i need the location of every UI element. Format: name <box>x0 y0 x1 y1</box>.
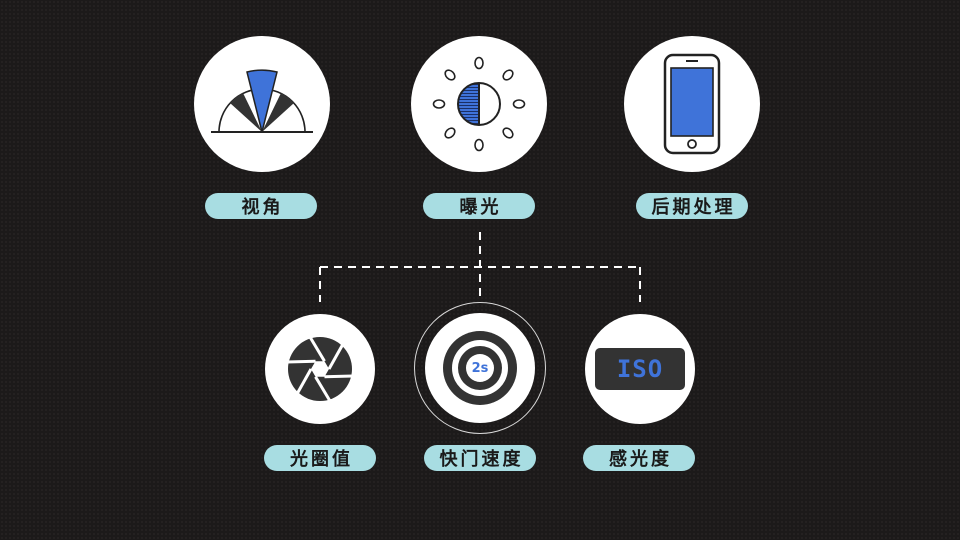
label-aperture: 光圈值 <box>264 445 376 471</box>
label-exposure: 曝光 <box>423 193 535 219</box>
post-processing-node <box>624 36 760 172</box>
smartphone-icon <box>662 52 722 156</box>
exposure-node <box>411 36 547 172</box>
viewing-angle-node <box>194 36 330 172</box>
label-viewing-angle: 视角 <box>205 193 317 219</box>
iso-badge-text: ISO <box>616 355 664 383</box>
aperture-node <box>265 314 375 424</box>
viewing-angle-icon <box>207 64 317 144</box>
iso-icon: ISO <box>595 348 685 390</box>
label-post-processing: 后期处理 <box>636 193 748 219</box>
iso-node: ISO <box>585 314 695 424</box>
label-shutter-speed: 快门速度 <box>424 445 536 471</box>
shutter-time-text: 2s <box>471 360 489 376</box>
exposure-sun-icon <box>429 54 529 154</box>
aperture-icon <box>285 334 355 404</box>
label-iso: 感光度 <box>583 445 695 471</box>
shutter-speed-node: 2s <box>425 313 535 423</box>
